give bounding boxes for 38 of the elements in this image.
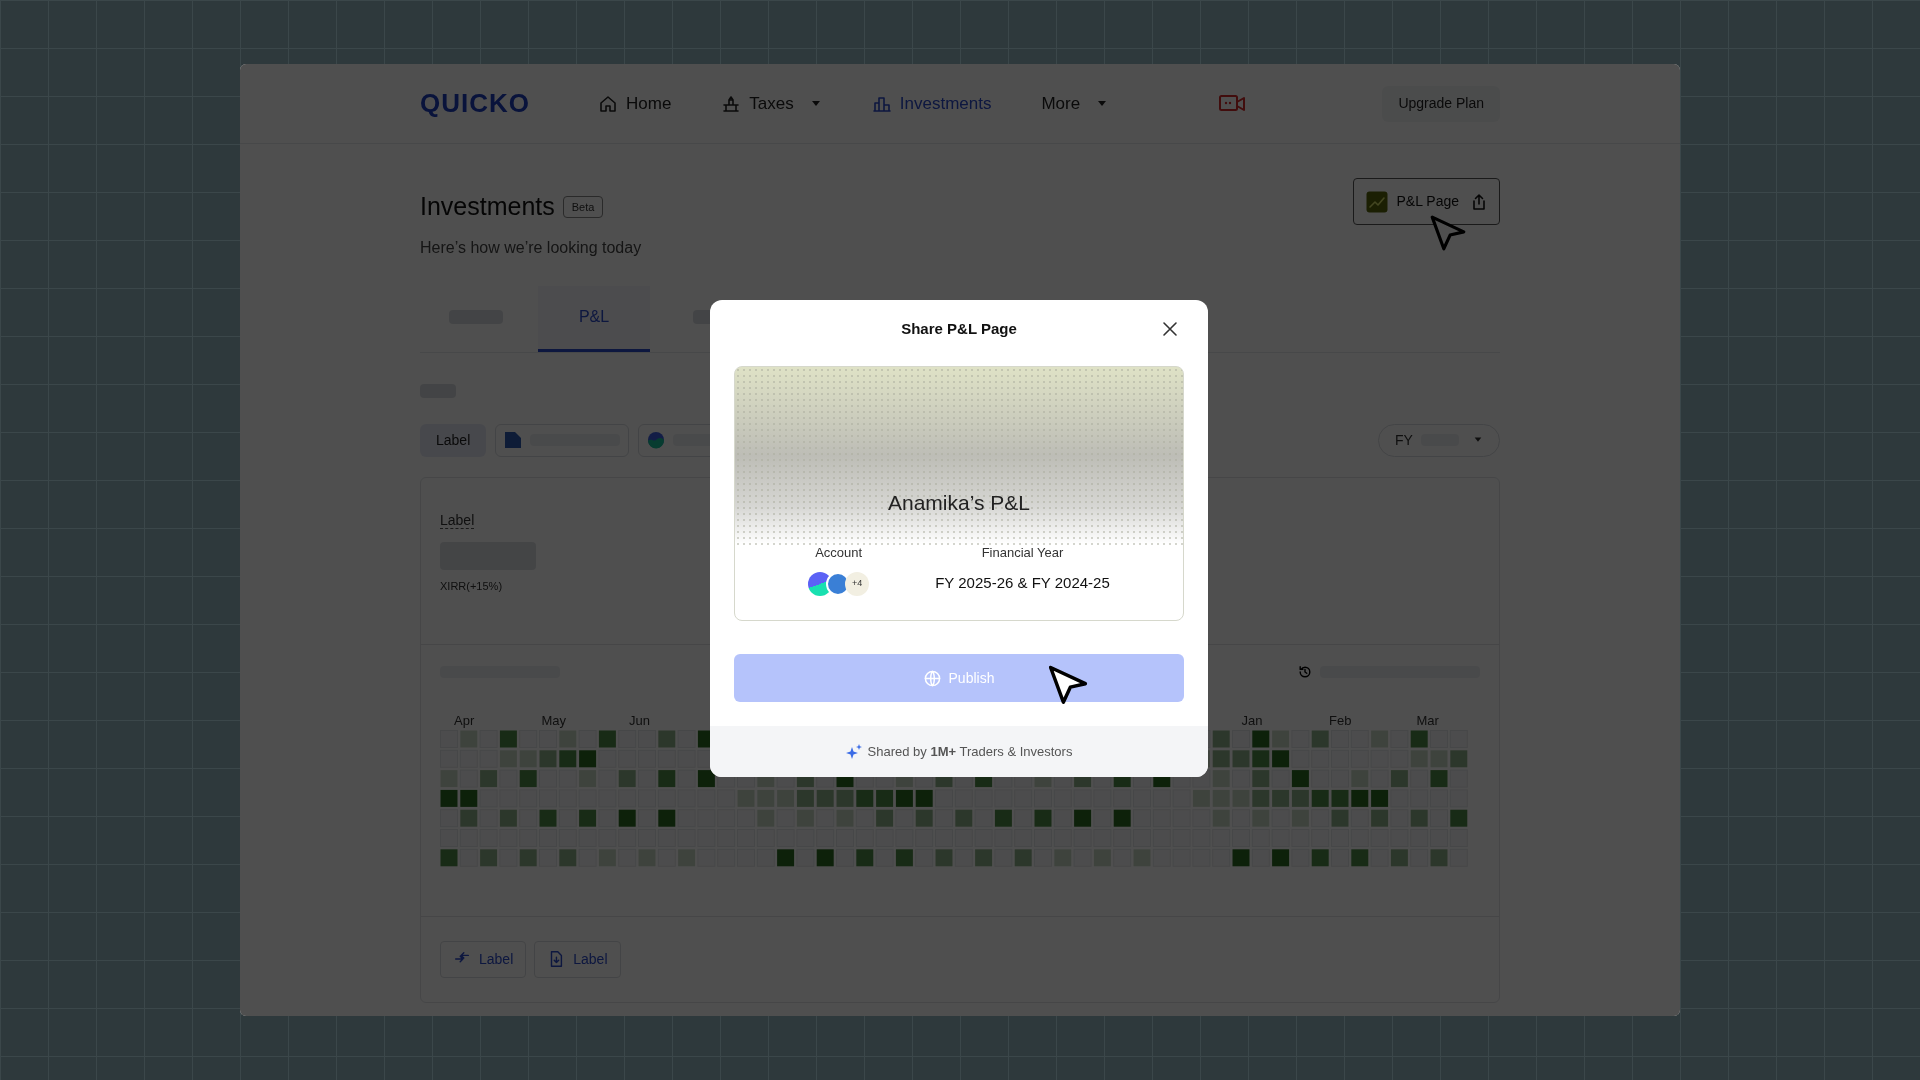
logo[interactable]: QUICKO <box>420 84 568 123</box>
upgrade-plan-button[interactable]: Upgrade Plan <box>1382 85 1500 122</box>
page-subtitle: Here’s how we’re looking today <box>420 237 642 258</box>
line-chart-icon <box>1366 190 1389 213</box>
publish-button[interactable]: Publish <box>734 654 1184 702</box>
month-label: Mar <box>1416 712 1439 728</box>
month-label: Apr <box>454 712 475 728</box>
dialog-title: Share P&L Page <box>901 318 1017 339</box>
nav-item[interactable]: Taxes <box>721 90 822 117</box>
close-icon[interactable] <box>1162 321 1178 337</box>
account-label: Account <box>815 543 863 562</box>
beta-badge: Beta <box>562 195 604 218</box>
footer-text: Shared by 1M+ Traders & Investors <box>867 742 1073 761</box>
filter-chip[interactable]: Label <box>420 423 487 457</box>
action-button[interactable]: Label <box>440 940 527 978</box>
building-icon <box>721 93 742 114</box>
nav-item[interactable]: More <box>1041 90 1109 117</box>
house-icon <box>598 93 618 114</box>
share-icon <box>1471 192 1487 211</box>
nav-item[interactable]: Home <box>598 90 672 117</box>
month-label: May <box>541 712 567 728</box>
card-title: Anamika’s P&L <box>888 490 1030 516</box>
month-label: Feb <box>1329 712 1352 728</box>
more-accounts-badge: +4 <box>845 572 870 596</box>
nav-item[interactable]: Investments <box>871 90 992 117</box>
document-icon <box>504 431 523 449</box>
xirr-text: XIRR(+15%) <box>440 578 503 594</box>
metric-label: Label <box>440 511 475 529</box>
avatar-icon <box>647 431 666 449</box>
action-button[interactable]: Label <box>534 940 621 978</box>
year-label: Financial Year <box>981 543 1064 562</box>
sparkle-icon <box>845 743 862 760</box>
globe-icon <box>923 669 941 687</box>
year-value: FY 2025-26 & FY 2024-25 <box>935 573 1110 593</box>
page-title: Investments <box>420 191 555 222</box>
history-icon <box>1298 664 1312 679</box>
month-label: Jan <box>1241 712 1263 728</box>
month-label: Jun <box>629 712 650 728</box>
